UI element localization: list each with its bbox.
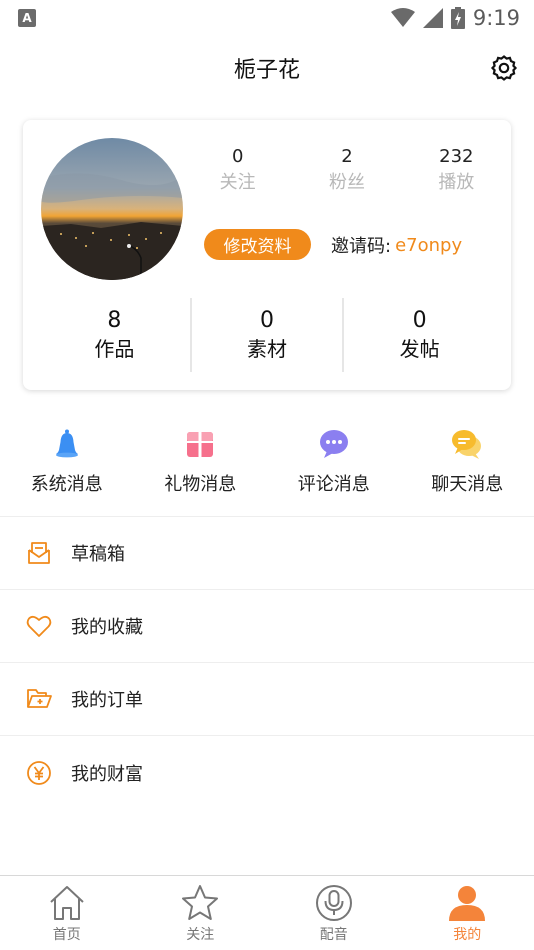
chat-icon — [452, 430, 482, 459]
bottom-stats: 8 作品 0 素材 0 发帖 — [39, 298, 495, 372]
chat-message-button[interactable]: 聊天消息 — [401, 428, 534, 496]
follow-count: 0 — [231, 146, 244, 167]
tab-label-mine: 我的 — [453, 927, 482, 943]
works-label: 作品 — [94, 337, 135, 361]
yen-icon — [27, 760, 51, 785]
folder-icon — [27, 689, 52, 708]
menu-label-drafts: 草稿箱 — [71, 544, 125, 565]
edit-profile-button[interactable]: 修改资料 — [204, 229, 311, 260]
plays-stat[interactable]: 232 播放 — [402, 144, 511, 196]
menu-item-drafts[interactable]: 草稿箱 — [0, 517, 534, 590]
gear-icon[interactable] — [490, 54, 518, 82]
materials-count: 0 — [260, 308, 274, 333]
top-stats: 0 关注 2 粉丝 232 播放 — [183, 144, 511, 196]
posts-count: 0 — [412, 308, 427, 333]
status-time: 9:19 — [472, 6, 520, 30]
user-icon — [449, 886, 486, 921]
materials-stat[interactable]: 0 素材 — [189, 298, 343, 372]
follow-label: 关注 — [219, 172, 256, 193]
draft-icon — [28, 542, 50, 564]
tab-mine[interactable]: 我的 — [401, 876, 534, 950]
tab-dubbing[interactable]: 配音 — [267, 876, 401, 950]
comment-icon — [319, 430, 348, 458]
menu-label-orders: 我的订单 — [71, 690, 143, 711]
works-count: 8 — [107, 308, 122, 333]
plays-label: 播放 — [438, 172, 475, 193]
menu-item-orders[interactable]: 我的订单 — [0, 663, 534, 736]
mic-icon — [315, 885, 352, 921]
status-right: 9:19 — [390, 6, 520, 30]
menu-label-favorites: 我的收藏 — [71, 617, 143, 638]
menu-item-favorites[interactable]: 我的收藏 — [0, 590, 534, 663]
tab-follow[interactable]: 关注 — [134, 876, 268, 950]
system-message-label: 系统消息 — [30, 474, 103, 495]
page-title: 栀子花 — [233, 58, 300, 83]
plays-count: 232 — [439, 146, 474, 167]
follow-stat[interactable]: 0 关注 — [183, 144, 292, 196]
works-stat[interactable]: 8 作品 — [39, 298, 190, 372]
tab-home[interactable]: 首页 — [0, 876, 134, 950]
tab-label-follow: 关注 — [186, 927, 215, 943]
gift-message-button[interactable]: 礼物消息 — [134, 428, 268, 496]
posts-label: 发帖 — [399, 337, 440, 361]
message-shortcuts: 系统消息 礼物消息 评论消息 聊天消息 — [0, 428, 534, 496]
invite-code[interactable]: e7onpy — [395, 235, 462, 256]
battery-icon — [450, 7, 465, 29]
system-message-button[interactable]: 系统消息 — [0, 428, 134, 496]
posts-stat[interactable]: 0 发帖 — [342, 298, 495, 372]
chat-message-label: 聊天消息 — [431, 474, 504, 495]
gift-message-label: 礼物消息 — [164, 474, 237, 495]
home-icon — [50, 886, 84, 920]
menu-label-wealth: 我的财富 — [71, 763, 143, 785]
fans-label: 粉丝 — [328, 172, 365, 193]
profile-card: 0 关注 2 粉丝 232 播放 修改资料 邀请码: e7onpy 8 作品 0… — [23, 120, 511, 390]
comment-message-label: 评论消息 — [297, 474, 370, 495]
notification-icon: A — [18, 9, 36, 27]
menu-item-wealth[interactable]: 我的财富 — [0, 736, 534, 809]
wifi-icon — [390, 8, 415, 27]
tab-label-dubbing: 配音 — [319, 927, 348, 943]
fans-count: 2 — [341, 146, 353, 167]
invite-code-row: 邀请码: e7onpy — [331, 230, 462, 260]
header: 栀子花 — [0, 40, 534, 96]
status-bar: A 9:19 — [0, 0, 534, 36]
gift-icon — [187, 432, 214, 457]
tab-label-home: 首页 — [52, 927, 81, 943]
bottom-tab-bar: 首页 关注 配音 我的 — [0, 875, 534, 950]
materials-label: 素材 — [247, 337, 287, 361]
star-icon — [182, 885, 219, 920]
fans-stat[interactable]: 2 粉丝 — [292, 144, 401, 196]
cell-signal-icon — [422, 8, 443, 28]
bell-icon — [55, 429, 78, 458]
avatar[interactable] — [41, 138, 183, 280]
menu-list: 草稿箱 我的收藏 我的订单 我的财富 — [0, 516, 534, 809]
comment-message-button[interactable]: 评论消息 — [267, 428, 401, 496]
invite-label: 邀请码: — [331, 236, 392, 257]
heart-icon — [26, 615, 52, 637]
